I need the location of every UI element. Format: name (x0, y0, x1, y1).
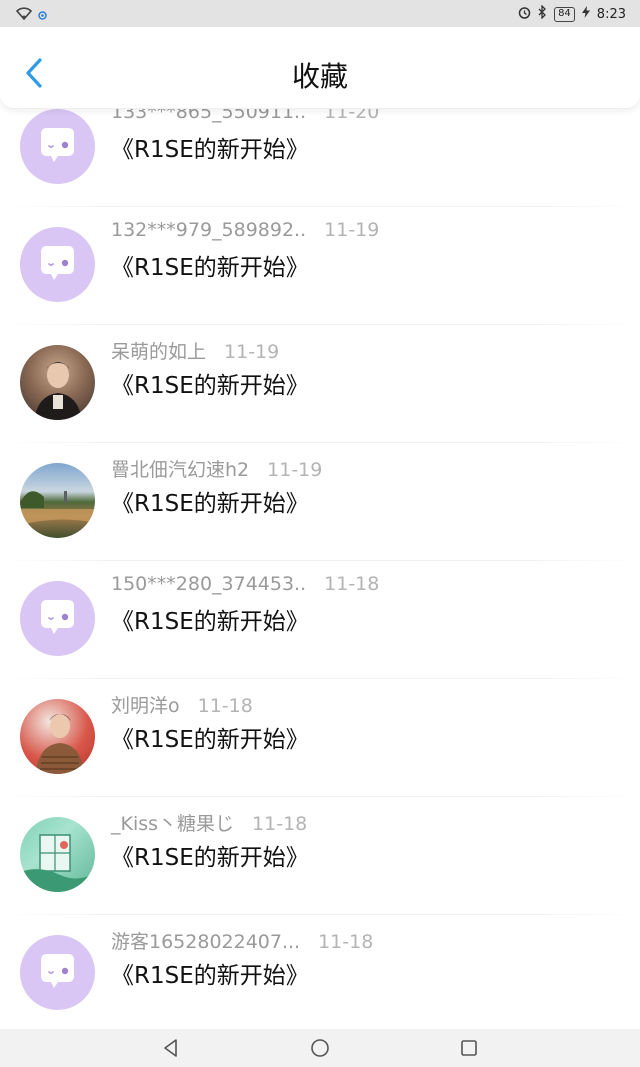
favorite-date: 11-18 (324, 573, 380, 595)
favorite-item[interactable]: 呆萌的如上 11-19 《R1SE的新开始》 (0, 325, 640, 443)
favorite-item[interactable]: 133***865_550911.. 11-20 《R1SE的新开始》 (0, 109, 640, 207)
favorite-item[interactable]: _Kiss丶糖果じ 11-18 《R1SE的新开始》 (0, 797, 640, 915)
favorite-user: _Kiss丶糖果じ (111, 813, 235, 835)
favorite-item[interactable]: 游客16528022407... 11-18 《R1SE的新开始》 (0, 915, 640, 1029)
favorite-item[interactable]: 罾北佃汽幻速h2 11-19 《R1SE的新开始》 (0, 443, 640, 561)
recents-square-icon (461, 1040, 477, 1056)
notification-dot-icon (38, 5, 47, 24)
bluetooth-icon (538, 4, 547, 23)
system-nav-bar (0, 1029, 640, 1067)
default-chat-avatar (20, 935, 95, 1010)
favorite-user: 罾北佃汽幻速h2 (111, 459, 250, 481)
favorites-list: 133***865_550911.. 11-20 《R1SE的新开始》 132**… (0, 109, 640, 1029)
illustration-avatar (20, 817, 95, 892)
nav-home-button[interactable] (309, 1037, 331, 1059)
status-bar: 84 8:23 (0, 0, 640, 27)
favorite-title: 《R1SE的新开始》 (111, 609, 309, 635)
favorite-user: 132***979_589892.. (111, 219, 307, 241)
favorite-date: 11-19 (267, 459, 323, 481)
favorite-title: 《R1SE的新开始》 (111, 727, 309, 753)
favorite-date: 11-18 (318, 931, 374, 953)
photo-avatar (20, 345, 95, 420)
charging-icon (581, 6, 590, 22)
favorite-title: 《R1SE的新开始》 (111, 137, 309, 163)
landscape-avatar (20, 463, 95, 538)
default-chat-avatar (20, 581, 95, 656)
photo-avatar (20, 699, 95, 774)
default-chat-avatar (20, 109, 95, 184)
favorite-item[interactable]: 132***979_589892.. 11-19 《R1SE的新开始》 (0, 207, 640, 325)
favorite-user: 150***280_374453.. (111, 573, 307, 595)
favorite-date: 11-18 (197, 695, 253, 717)
favorite-date: 11-19 (324, 219, 380, 241)
nav-recents-button[interactable] (458, 1037, 480, 1059)
favorite-title: 《R1SE的新开始》 (111, 963, 309, 989)
alarm-icon (518, 6, 531, 23)
page-title: 收藏 (291, 60, 348, 93)
back-triangle-icon (164, 1039, 177, 1057)
favorite-title: 《R1SE的新开始》 (111, 491, 309, 517)
favorite-user: 刘明洋o (111, 695, 180, 717)
favorite-date: 11-18 (252, 813, 308, 835)
nav-back-button[interactable] (160, 1037, 182, 1059)
favorite-user: 游客16528022407... (111, 931, 301, 953)
battery-level: 84 (558, 8, 571, 19)
favorite-item[interactable]: 刘明洋o 11-18 《R1SE的新开始》 (0, 679, 640, 797)
favorite-user: 133***865_550911.. (111, 109, 307, 123)
favorite-item[interactable]: 150***280_374453.. 11-18 《R1SE的新开始》 (0, 561, 640, 679)
favorite-date: 11-19 (224, 341, 280, 363)
header: 收藏 (0, 27, 640, 109)
favorite-title: 《R1SE的新开始》 (111, 845, 309, 871)
favorite-title: 《R1SE的新开始》 (111, 373, 309, 399)
favorite-title: 《R1SE的新开始》 (111, 255, 309, 281)
battery-icon: 84 (554, 6, 575, 22)
favorite-date: 11-20 (324, 109, 380, 123)
wifi-icon (15, 5, 33, 24)
clock-time: 8:23 (596, 6, 626, 22)
home-circle-icon (311, 1039, 329, 1057)
default-chat-avatar (20, 227, 95, 302)
favorite-user: 呆萌的如上 (111, 341, 207, 363)
